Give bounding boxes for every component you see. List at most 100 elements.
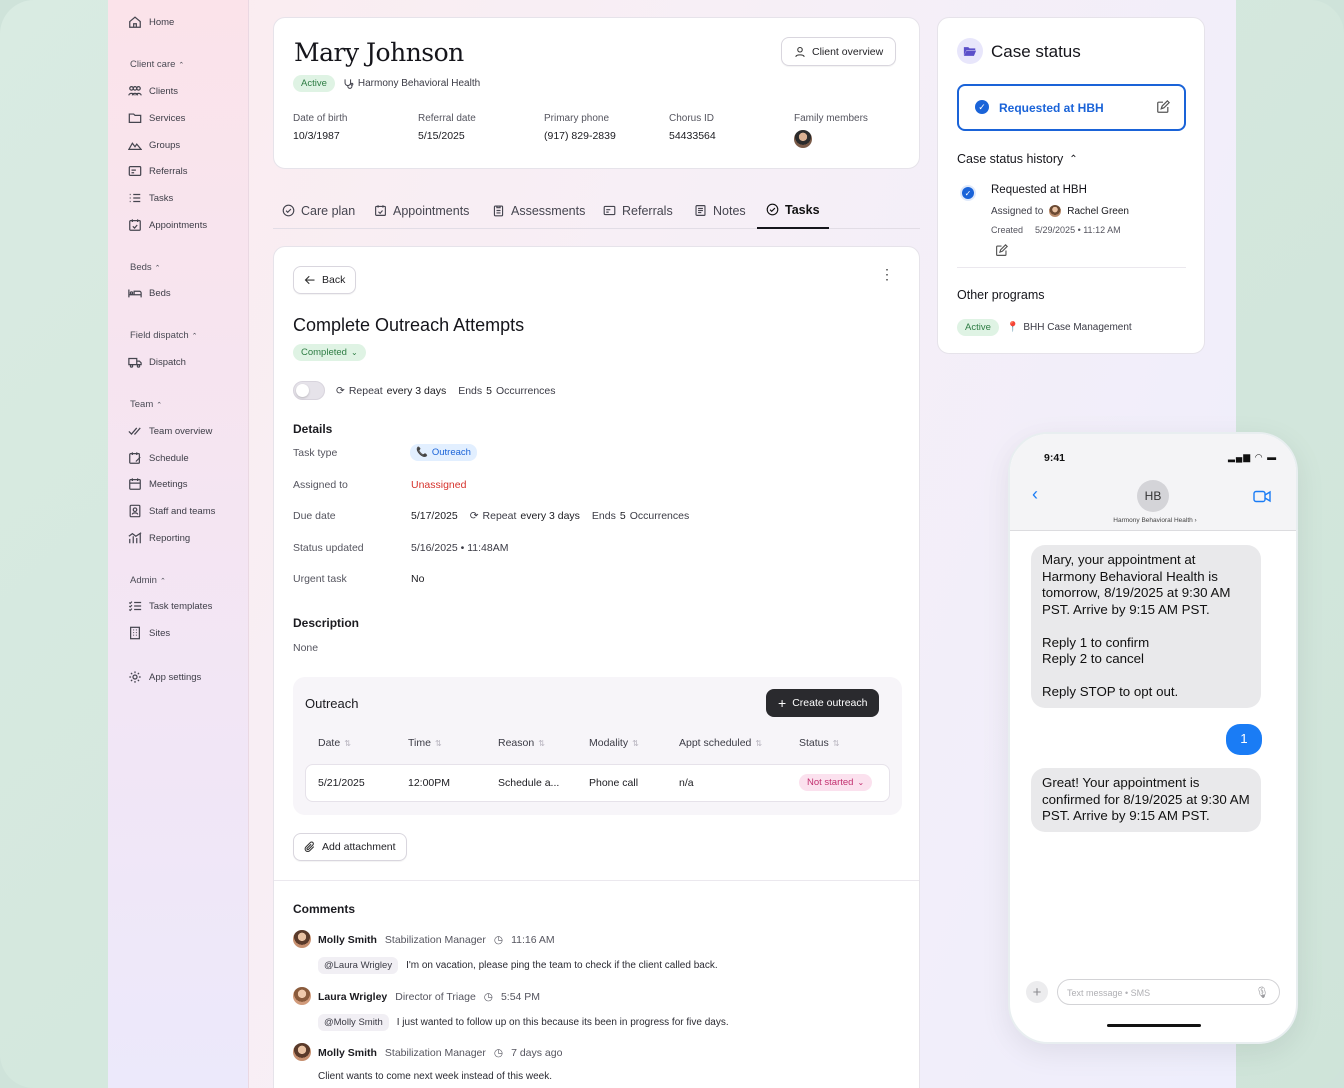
family-member-avatar[interactable] [794, 130, 812, 148]
tab-notes[interactable]: Notes [694, 192, 746, 229]
sidebar-item-task-templates[interactable]: Task templates [128, 597, 212, 615]
message-input-placeholder: Text message • SMS [1067, 988, 1151, 998]
chevron-left-icon[interactable]: ‹ [1032, 484, 1038, 505]
sidebar-item-services[interactable]: Services [128, 109, 185, 127]
contact-avatar[interactable]: HB [1137, 480, 1169, 512]
history-status: Requested at HBH [991, 184, 1087, 196]
sidebar-item-referrals[interactable]: Referrals [128, 162, 188, 180]
fact-family-members: Family members [794, 113, 868, 148]
sidebar-section-client-care[interactable]: Client care ⌃ [130, 59, 184, 70]
chevron-up-icon: ⌃ [159, 578, 166, 585]
sidebar-item-app-settings[interactable]: App settings [128, 668, 201, 686]
back-button[interactable]: Back [293, 266, 357, 294]
repeat-summary: ⟳ Repeat every 3 days Ends 5 Occurrences [336, 385, 556, 397]
sidebar-item-appointments[interactable]: Appointments [128, 216, 207, 234]
create-outreach-button[interactable]: + Create outreach [766, 689, 880, 717]
current-status-field[interactable]: ✓ Requested at HBH [957, 84, 1186, 131]
plus-icon[interactable]: + [1026, 981, 1048, 1003]
status-history-toggle[interactable]: Case status history ⌃ [957, 152, 1078, 166]
edit-icon[interactable] [995, 244, 1008, 257]
ends-prefix: Ends [458, 385, 483, 397]
sidebar-section-field-dispatch[interactable]: Field dispatch ⌃ [130, 330, 198, 341]
sidebar-item-reporting[interactable]: Reporting [128, 529, 190, 547]
tab-tasks[interactable]: Tasks [757, 192, 829, 229]
comment-author[interactable]: Molly Smith [318, 934, 377, 946]
comment-mention[interactable]: @Laura Wrigley [318, 957, 399, 974]
fact-label: Family members [794, 113, 868, 124]
column-header-appt-scheduled[interactable]: Appt scheduled ⇅ [679, 737, 762, 749]
sidebar-item-meetings[interactable]: Meetings [128, 475, 188, 493]
client-org-label: Harmony Behavioral Health [357, 78, 481, 89]
comment-author[interactable]: Laura Wrigley [318, 991, 387, 1003]
client-overview-label: Client overview [812, 45, 884, 58]
back-label: Back [322, 274, 346, 286]
edit-icon[interactable] [1156, 100, 1170, 114]
video-call-icon[interactable] [1253, 490, 1271, 503]
sort-icon: ⇅ [434, 738, 442, 748]
column-header-date[interactable]: Date ⇅ [318, 737, 351, 749]
other-programs-title: Other programs [957, 288, 1045, 302]
status-bar-icons: ▂▄▆ ◠ ▬ [1228, 452, 1278, 462]
tab-referrals[interactable]: Referrals [603, 192, 673, 229]
sidebar-item-sites[interactable]: Sites [128, 624, 170, 642]
column-header-status[interactable]: Status ⇅ [799, 737, 839, 749]
sidebar-item-home[interactable]: Home [128, 13, 174, 31]
sidebar-section-beds[interactable]: Beds ⌃ [130, 262, 161, 273]
section-label: Team [130, 399, 154, 410]
assignee-value[interactable]: Unassigned [411, 479, 466, 491]
sidebar-item-staff-and-teams[interactable]: Staff and teams [128, 502, 215, 520]
assigned-label: Assigned to [991, 205, 1044, 217]
column-header-modality[interactable]: Modality ⇅ [589, 737, 639, 749]
sidebar-item-dispatch[interactable]: Dispatch [128, 353, 186, 371]
status-history-title: Case status history [957, 152, 1064, 166]
tab-label: Appointments [393, 203, 470, 218]
row-status-dropdown[interactable]: Not started ⌄ [799, 774, 873, 791]
sidebar-section-admin[interactable]: Admin ⌃ [130, 575, 166, 586]
section-label: Beds [130, 262, 152, 273]
section-label: Client care [130, 59, 176, 70]
microphone-icon[interactable]: 🎙 [1255, 986, 1269, 999]
sort-icon: ⇅ [538, 738, 545, 748]
notes-icon [695, 205, 706, 216]
case-status-title: Case status [991, 42, 1081, 61]
other-program-row[interactable]: Active 📍 BHH Case Management [957, 319, 1132, 336]
sidebar-item-team-overview[interactable]: Team overview [128, 422, 212, 440]
sidebar-item-label: Team overview [149, 425, 213, 437]
contact-name[interactable]: Harmony Behavioral Health › [1010, 517, 1296, 524]
phone-icon: 📞 [416, 447, 428, 458]
tab-appointments[interactable]: Appointments [374, 192, 469, 229]
chevron-down-icon: ⌄ [350, 348, 358, 357]
message-input[interactable]: Text message • SMS 🎙 [1057, 979, 1280, 1005]
comment-mention[interactable]: @Molly Smith [318, 1014, 389, 1031]
ends-suffix: Occurrences [629, 510, 690, 522]
sidebar-item-label: Referrals [149, 165, 188, 177]
column-label: Reason [498, 737, 535, 749]
comment-text: I just wanted to follow up on this becau… [396, 1017, 729, 1028]
table-row[interactable]: 5/21/2025 12:00PM Schedule a... Phone ca… [305, 764, 890, 802]
tab-assessments[interactable]: Assessments [492, 192, 585, 229]
comment-role: Director of Triage [395, 991, 476, 1003]
comment-author[interactable]: Molly Smith [318, 1047, 377, 1059]
column-header-time[interactable]: Time ⇅ [408, 737, 442, 749]
column-label: Date [318, 737, 341, 749]
sidebar-section-team[interactable]: Team ⌃ [130, 399, 162, 410]
sidebar-item-tasks[interactable]: Tasks [128, 189, 173, 207]
repeat-toggle[interactable] [293, 381, 325, 400]
sidebar-item-groups[interactable]: Groups [128, 136, 180, 154]
more-options-icon[interactable]: ⋮ [880, 267, 894, 281]
add-attachment-button[interactable]: Add attachment [293, 833, 407, 861]
detail-label: Assigned to [293, 479, 348, 491]
urgent-value: No [411, 573, 425, 585]
sort-icon: ⇅ [632, 738, 639, 748]
sidebar-item-beds[interactable]: Beds [128, 284, 171, 302]
client-overview-button[interactable]: Client overview [781, 37, 897, 66]
sidebar: Home Client care ⌃ Clients Services Group… [108, 0, 249, 1088]
tab-care-plan[interactable]: Care plan [282, 192, 355, 229]
sidebar-item-schedule[interactable]: Schedule [128, 449, 189, 467]
truck-icon [128, 357, 142, 368]
sidebar-item-clients[interactable]: Clients [128, 82, 178, 100]
task-status-dropdown[interactable]: Completed ⌄ [293, 344, 366, 361]
column-header-reason[interactable]: Reason ⇅ [498, 737, 545, 749]
assignee-name[interactable]: Rachel Green [1067, 206, 1129, 217]
task-type-badge: 📞 Outreach [410, 444, 477, 461]
